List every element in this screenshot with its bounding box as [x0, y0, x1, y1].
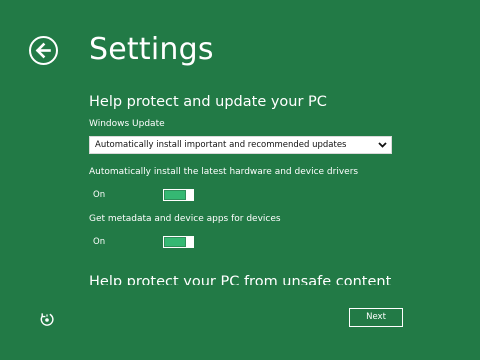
windows-update-dropdown[interactable]: Automatically install important and reco… — [89, 136, 392, 154]
metadata-toggle-fill — [165, 238, 185, 246]
ease-of-access-icon — [40, 313, 54, 326]
windows-update-selected-value: Automatically install important and reco… — [95, 140, 347, 150]
section-heading-protect-update: Help protect and update your PC — [89, 94, 327, 110]
chevron-down-icon — [378, 142, 387, 148]
drivers-setting-label: Automatically install the latest hardwar… — [89, 167, 359, 177]
drivers-toggle-state: On — [93, 190, 106, 200]
section-heading-unsafe-content: Help protect your PC from unsafe content — [89, 274, 392, 285]
drivers-toggle[interactable] — [163, 189, 194, 201]
windows-update-label: Windows Update — [89, 119, 165, 129]
metadata-toggle[interactable] — [163, 236, 194, 248]
metadata-toggle-state: On — [93, 237, 106, 247]
ease-of-access-button[interactable] — [39, 311, 55, 327]
metadata-toggle-thumb — [186, 236, 193, 248]
next-button[interactable]: Next — [349, 308, 403, 327]
metadata-setting-label: Get metadata and device apps for devices — [89, 214, 281, 224]
settings-scroll-region[interactable]: Help protect and update your PC Windows … — [0, 0, 480, 285]
drivers-toggle-fill — [165, 191, 185, 199]
drivers-toggle-thumb — [186, 189, 193, 201]
